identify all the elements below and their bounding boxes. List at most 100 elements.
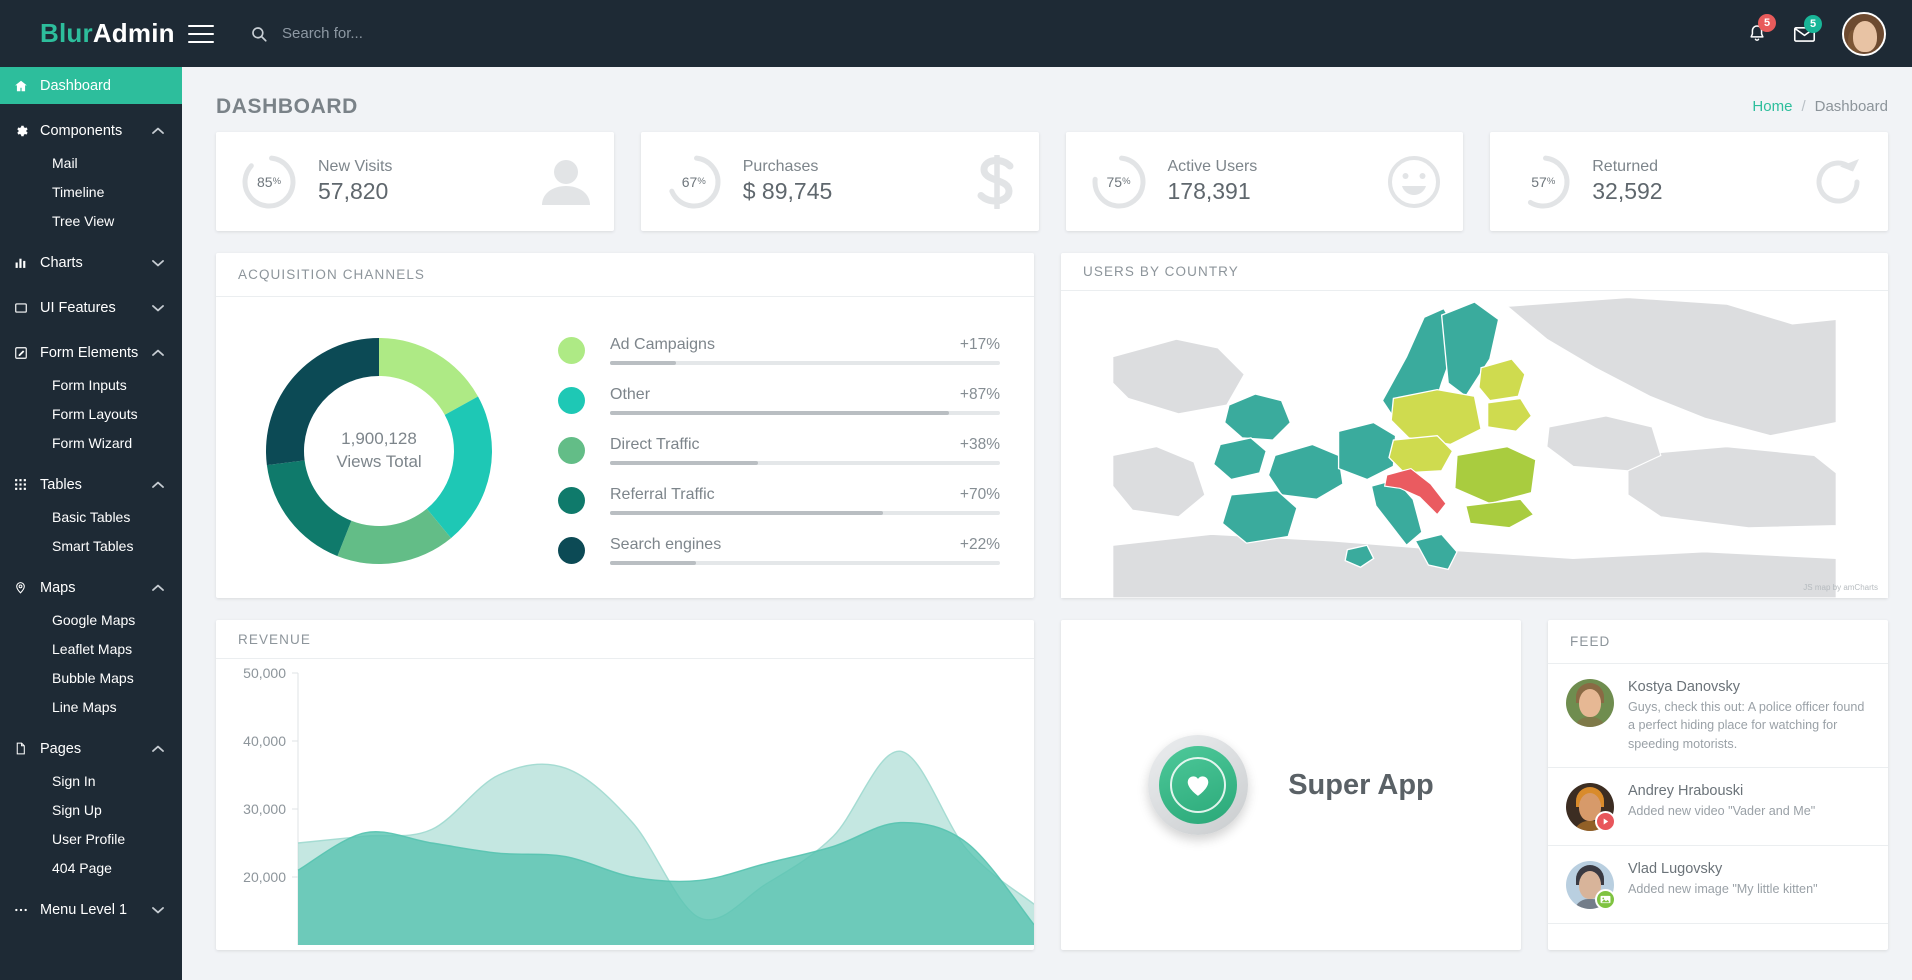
legend-item-referral-traffic[interactable]: Referral Traffic +70% xyxy=(558,486,1000,515)
feed-item[interactable]: Kostya Danovsky Guys, check this out: A p… xyxy=(1548,664,1888,768)
feed-author: Andrey Hrabouski xyxy=(1628,782,1744,799)
stat-card-new-visits[interactable]: 85% New Visits 57,820 xyxy=(216,132,614,231)
page-title: DASHBOARD xyxy=(216,94,358,118)
sidebar-item-components[interactable]: Components xyxy=(0,112,182,149)
sidebar-item-label: UI Features xyxy=(40,299,116,316)
stat-value: 32,592 xyxy=(1592,178,1663,204)
legend-progress-track xyxy=(610,561,1000,565)
sidebar-item-form-elements[interactable]: Form Elements xyxy=(0,334,182,371)
stat-text: Returned 32,592 xyxy=(1592,158,1662,205)
messages-button[interactable]: 5 xyxy=(1793,14,1822,44)
nav-gap xyxy=(0,458,182,466)
legend-item-search-engines[interactable]: Search engines +22% xyxy=(558,536,1000,565)
legend-color-dot xyxy=(558,337,585,364)
legend-label: Other xyxy=(610,386,651,403)
avatar[interactable] xyxy=(1842,11,1886,56)
sidebar-subitem-label: 404 Page xyxy=(52,860,112,876)
stat-card-purchases[interactable]: 67% Purchases $ 89,745 xyxy=(640,132,1039,231)
sidebar-subitem-label: Form Layouts xyxy=(52,406,138,422)
feed-list: Kostya Danovsky Guys, check this out: A p… xyxy=(1548,664,1888,950)
chevron-up-icon[interactable] xyxy=(152,125,164,137)
gear-icon xyxy=(14,124,40,138)
legend-progress-track xyxy=(610,361,1000,365)
chevron-up-icon[interactable] xyxy=(152,347,164,359)
super-app-button[interactable] xyxy=(1148,735,1249,835)
brand-logo[interactable]: BlurAdmin xyxy=(0,18,182,49)
legend-value: +87% xyxy=(959,386,1000,403)
search-box[interactable] xyxy=(250,25,542,43)
app-header: BlurAdmin 5 5 xyxy=(0,0,1912,67)
chevron-up-icon[interactable] xyxy=(152,582,164,594)
nav-gap xyxy=(0,722,182,730)
search-input[interactable] xyxy=(282,25,542,42)
breadcrumb-home[interactable]: Home xyxy=(1752,98,1792,115)
sidebar-item-tables[interactable]: Tables xyxy=(0,466,182,503)
sidebar-subitem-form-wizard[interactable]: Form Wizard xyxy=(0,429,182,458)
sidebar-subitem-bubble-maps[interactable]: Bubble Maps xyxy=(0,664,182,693)
notifications-button[interactable]: 5 xyxy=(1747,14,1776,44)
nav-gap xyxy=(0,326,182,334)
header-actions: 5 5 xyxy=(1747,11,1912,56)
sidebar-subitem-label: Basic Tables xyxy=(52,509,131,525)
stat-text: New Visits 57,820 xyxy=(318,158,392,205)
acquisition-card-body: 1,900,128 Views Total Ad Campaigns +17% Ot… xyxy=(216,297,1034,598)
sidebar-subitem-sign-in[interactable]: Sign In xyxy=(0,767,182,796)
chevron-down-icon[interactable] xyxy=(152,904,164,916)
sidebar-subitem-tree-view[interactable]: Tree View xyxy=(0,207,182,236)
chevron-down-icon[interactable] xyxy=(152,302,164,314)
sidebar-subitem-label: User Profile xyxy=(52,831,126,847)
sidebar-subitem-form-layouts[interactable]: Form Layouts xyxy=(0,400,182,429)
sidebar-subitem-label: Timeline xyxy=(52,184,105,200)
sidebar-subitem-timeline[interactable]: Timeline xyxy=(0,178,182,207)
gauge-value: 75% xyxy=(1090,153,1148,211)
brand-second: Admin xyxy=(92,18,175,48)
gauge-number: 85 xyxy=(256,173,273,190)
sidebar-item-ui-features[interactable]: UI Features xyxy=(0,289,182,326)
sidebar-subitem-mail[interactable]: Mail xyxy=(0,149,182,178)
map-card-title: USERS BY COUNTRY xyxy=(1061,253,1888,292)
feed-item[interactable]: Andrey Hrabouski Added new video "Vader a… xyxy=(1548,768,1888,846)
sidebar-subitem-line-maps[interactable]: Line Maps xyxy=(0,693,182,722)
sidebar-subitem-basic-tables[interactable]: Basic Tables xyxy=(0,503,182,532)
sidebar-item-dashboard[interactable]: Dashboard xyxy=(0,67,182,104)
sidebar-item-pages[interactable]: Pages xyxy=(0,730,182,767)
feed-item[interactable]: Vlad Lugovsky Added new image "My little … xyxy=(1548,846,1888,924)
sidebar-subitem-smart-tables[interactable]: Smart Tables xyxy=(0,532,182,561)
sidebar-subitem-user-profile[interactable]: User Profile xyxy=(0,825,182,854)
chevron-down-icon[interactable] xyxy=(152,257,164,269)
menu-toggle-icon[interactable] xyxy=(188,24,214,43)
sidebar-subitem-leaflet-maps[interactable]: Leaflet Maps xyxy=(0,635,182,664)
legend-item-other[interactable]: Other +87% xyxy=(558,386,1000,415)
feed-badge-image-icon xyxy=(1595,888,1616,910)
sidebar-subitem-label: Sign Up xyxy=(52,802,102,818)
stat-card-active-users[interactable]: 75% Active Users 178,391 xyxy=(1065,132,1464,231)
bar-chart-icon xyxy=(14,256,40,269)
users-by-country-card: USERS BY COUNTRY JS map by amCharts xyxy=(1061,253,1888,598)
stat-card-returned[interactable]: 57% Returned 32,592 xyxy=(1490,132,1888,231)
legend-color-dot xyxy=(558,437,585,464)
chevron-up-icon[interactable] xyxy=(152,743,164,755)
chevron-up-icon[interactable] xyxy=(152,479,164,491)
sidebar-item-maps[interactable]: Maps xyxy=(0,569,182,606)
sidebar-subitem-404-page[interactable]: 404 Page xyxy=(0,854,182,883)
revenue-chart-svg: 20,000 30,000 40,000 50,000 xyxy=(243,665,1034,945)
feed-card-title: FEED xyxy=(1548,620,1888,664)
file-icon xyxy=(14,741,40,756)
sidebar-item-label: Dashboard xyxy=(40,77,111,94)
sidebar-item-charts[interactable]: Charts xyxy=(0,244,182,281)
super-app-ring xyxy=(1170,757,1227,813)
sidebar-subitem-google-maps[interactable]: Google Maps xyxy=(0,606,182,635)
sidebar-subitem-sign-up[interactable]: Sign Up xyxy=(0,796,182,825)
stat-label: Returned xyxy=(1592,158,1659,175)
revenue-card: REVENUE 20,000 30,000 40,000 50,000 xyxy=(216,620,1034,950)
europe-map[interactable]: JS map by amCharts xyxy=(1061,291,1888,598)
feed-avatar-wrap xyxy=(1566,782,1616,832)
legend-label: Referral Traffic xyxy=(610,486,715,503)
legend-item-ad-campaigns[interactable]: Ad Campaigns +17% xyxy=(558,336,1000,365)
legend-progress-fill xyxy=(610,411,950,415)
sidebar-subitem-form-inputs[interactable]: Form Inputs xyxy=(0,371,182,400)
legend-progress-track xyxy=(610,511,1000,515)
sidebar-item-label: Components xyxy=(40,122,123,139)
legend-item-direct-traffic[interactable]: Direct Traffic +38% xyxy=(558,436,1000,465)
sidebar-item-menu-level-1[interactable]: Menu Level 1 xyxy=(0,891,182,928)
